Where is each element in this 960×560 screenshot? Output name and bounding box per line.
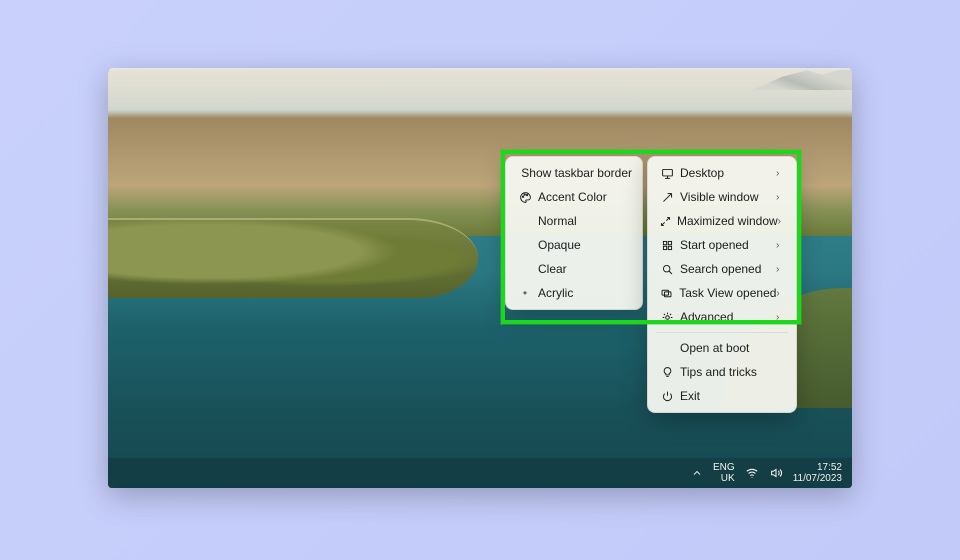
volume-icon[interactable] [769, 466, 783, 480]
palette-icon [516, 191, 534, 204]
menu-item-open-at-boot[interactable]: Open at boot [652, 336, 792, 360]
start-icon [658, 239, 676, 252]
bullet-icon [516, 286, 534, 300]
menu-item-task-view-opened[interactable]: Task View opened › [652, 281, 792, 305]
submenu-label: Clear [534, 262, 632, 276]
submenu-item-clear[interactable]: Clear [510, 257, 638, 281]
gear-icon [658, 311, 676, 324]
chevron-right-icon: › [776, 312, 786, 323]
bulb-icon [658, 366, 676, 379]
clock[interactable]: 17:52 11/07/2023 [793, 462, 842, 484]
taskbar: ENG UK 17:52 11/07/2023 [108, 458, 852, 488]
submenu-label: Show taskbar border [517, 166, 632, 180]
chevron-right-icon: › [776, 192, 786, 203]
menu-label: Open at boot [676, 341, 786, 355]
menu-item-tips[interactable]: Tips and tricks [652, 360, 792, 384]
submenu-label: Accent Color [534, 190, 632, 204]
desktop-icon [658, 167, 676, 180]
maximize-icon [658, 215, 673, 228]
menu-item-advanced[interactable]: Advanced › [652, 305, 792, 329]
menu-label: Start opened [676, 238, 776, 252]
menu-separator [656, 332, 788, 333]
lang-bottom: UK [713, 473, 735, 484]
chevron-right-icon: › [776, 264, 786, 275]
tray-overflow-button[interactable] [691, 467, 703, 479]
submenu-label: Acrylic [534, 286, 632, 300]
menu-item-maximized-window[interactable]: Maximized window › [652, 209, 792, 233]
window-icon [658, 191, 676, 204]
chevron-right-icon: › [778, 216, 786, 227]
submenu-item-acrylic[interactable]: Acrylic [510, 281, 638, 305]
screenshot-card: Show taskbar border Accent Color Normal … [108, 68, 852, 488]
submenu-item-opaque[interactable]: Opaque [510, 233, 638, 257]
submenu-advanced: Show taskbar border Accent Color Normal … [505, 156, 643, 310]
menu-item-visible-window[interactable]: Visible window › [652, 185, 792, 209]
power-icon [658, 390, 676, 403]
wallpaper-grass [108, 218, 478, 298]
menu-label: Tips and tricks [676, 365, 786, 379]
submenu-item-accent-color[interactable]: Accent Color [510, 185, 638, 209]
menu-item-search-opened[interactable]: Search opened › [652, 257, 792, 281]
date: 11/07/2023 [793, 473, 842, 484]
chevron-right-icon: › [776, 240, 786, 251]
wifi-icon[interactable] [745, 466, 759, 480]
menu-label: Advanced [676, 310, 776, 324]
menu-label: Desktop [676, 166, 776, 180]
submenu-label: Opaque [534, 238, 632, 252]
menu-item-start-opened[interactable]: Start opened › [652, 233, 792, 257]
menu-item-exit[interactable]: Exit [652, 384, 792, 408]
chevron-right-icon: › [776, 168, 786, 179]
context-menu: Desktop › Visible window › Maximized win… [647, 156, 797, 413]
menu-label: Exit [676, 389, 786, 403]
menu-label: Visible window [676, 190, 776, 204]
menu-label: Maximized window [673, 214, 778, 228]
chevron-right-icon: › [776, 288, 786, 299]
language-indicator[interactable]: ENG UK [713, 462, 735, 484]
lang-top: ENG [713, 462, 735, 473]
menu-label: Task View opened [675, 286, 776, 300]
top-edge [108, 68, 852, 70]
submenu-item-show-border[interactable]: Show taskbar border [510, 161, 638, 185]
submenu-label: Normal [534, 214, 632, 228]
menu-item-desktop[interactable]: Desktop › [652, 161, 792, 185]
submenu-item-normal[interactable]: Normal [510, 209, 638, 233]
system-tray: ENG UK 17:52 11/07/2023 [691, 462, 842, 484]
menu-label: Search opened [676, 262, 776, 276]
time: 17:52 [793, 462, 842, 473]
taskview-icon [658, 287, 675, 300]
search-icon [658, 263, 676, 276]
